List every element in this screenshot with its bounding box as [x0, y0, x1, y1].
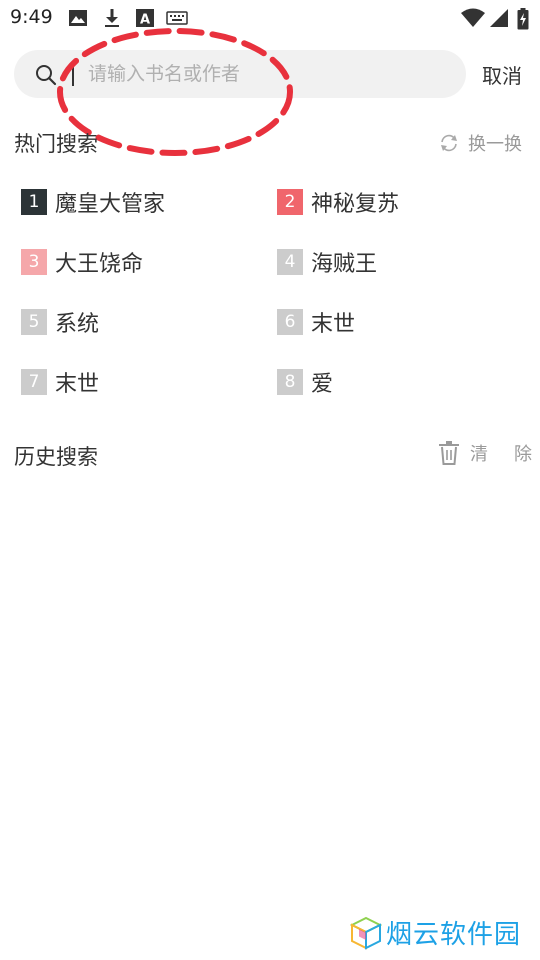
history-title: 历史搜索: [14, 445, 98, 469]
trash-icon: [438, 440, 460, 466]
hot-item-title: 魔皇大管家: [55, 192, 166, 217]
cancel-button[interactable]: 取消: [482, 60, 522, 89]
svg-text:A: A: [140, 13, 150, 28]
hot-item-7[interactable]: 7 末世: [21, 367, 99, 397]
hot-item-title: 系统: [55, 312, 100, 337]
rank-badge: 6: [277, 309, 303, 335]
hot-item-4[interactable]: 4 海贼王: [277, 247, 377, 277]
refresh-icon: [438, 132, 460, 154]
text-caret: [72, 62, 74, 86]
hot-search-title: 热门搜索: [14, 132, 98, 156]
hot-item-5[interactable]: 5 系统: [21, 307, 99, 337]
rank-badge: 7: [21, 369, 47, 395]
search-input[interactable]: [74, 56, 458, 92]
hot-item-6[interactable]: 6 末世: [277, 307, 355, 337]
wifi-icon: [461, 8, 485, 32]
watermark-text: 烟云软件园: [386, 920, 522, 950]
hot-item-title: 神秘复苏: [311, 192, 400, 217]
refresh-label: 换一换: [468, 134, 522, 155]
hot-item-3[interactable]: 3 大王饶命: [21, 247, 143, 277]
signal-icon: [489, 8, 509, 32]
hot-item-title: 大王饶命: [55, 252, 144, 277]
hot-item-8[interactable]: 8 爱: [277, 367, 333, 397]
rank-badge: 5: [21, 309, 47, 335]
hot-item-title: 末世: [55, 372, 100, 397]
clear-history-label: 清 除: [470, 444, 536, 465]
battery-charging-icon: [517, 8, 529, 34]
refresh-button[interactable]: 换一换: [438, 130, 522, 156]
hot-item-title: 爱: [311, 372, 334, 397]
rank-badge: 1: [21, 189, 47, 215]
keyboard-icon: [166, 8, 188, 32]
status-time: 9:49: [10, 6, 53, 28]
search-box[interactable]: [14, 50, 466, 98]
rank-badge: 3: [21, 249, 47, 275]
cube-logo-icon: [350, 916, 382, 950]
hot-item-title: 末世: [311, 312, 356, 337]
download-icon: [102, 8, 122, 32]
search-icon[interactable]: [34, 63, 58, 91]
hot-item-title: 海贼王: [311, 252, 378, 277]
rank-badge: 4: [277, 249, 303, 275]
watermark: 烟云软件园: [350, 914, 521, 951]
rank-badge: 2: [277, 189, 303, 215]
hot-item-1[interactable]: 1 魔皇大管家: [21, 187, 165, 217]
rank-badge: 8: [277, 369, 303, 395]
status-bar: 9:49 A: [0, 0, 540, 36]
font-a-icon: A: [135, 8, 155, 32]
hot-item-2[interactable]: 2 神秘复苏: [277, 187, 399, 217]
clear-history-button[interactable]: 清 除: [438, 440, 536, 466]
image-icon: [68, 8, 88, 32]
